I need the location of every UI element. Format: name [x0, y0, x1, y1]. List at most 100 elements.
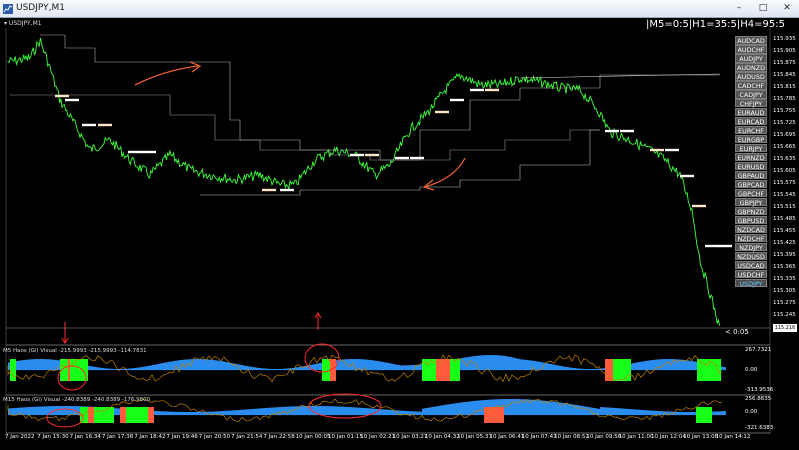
- symbol-button-gbpaud[interactable]: GBPAUD: [735, 170, 767, 180]
- ind1-bar: [162, 363, 164, 371]
- ind2-highlight: [94, 407, 114, 423]
- ind2-bar: [648, 410, 650, 416]
- ind1-highlight: [605, 359, 613, 381]
- indicator1-title: M5 Haos (Gi) Visual -215.9993 -215.9993 …: [3, 348, 147, 354]
- symbol-button-audcad[interactable]: AUDCAD: [735, 36, 767, 45]
- symbol-button-euraud[interactable]: EURAUD: [735, 107, 767, 117]
- ind2-bar: [666, 411, 668, 416]
- time-tick: 7 Jan 2022: [5, 434, 35, 440]
- symbol-button-eurgbp[interactable]: EURGBP: [735, 134, 767, 144]
- ind2-bar: [506, 399, 508, 416]
- symbol-button-usdjpy[interactable]: USDJPY: [735, 278, 767, 288]
- ind2-bar: [238, 409, 240, 416]
- ind1-bar: [696, 361, 698, 371]
- symbol-button-cadchf[interactable]: CADCHF: [735, 80, 767, 90]
- symbol-button-gbpnzd[interactable]: GBPNZD: [735, 206, 767, 216]
- ind2-bar: [342, 406, 344, 416]
- ind1-bar: [624, 364, 626, 371]
- symbol-button-eurjpy[interactable]: EURJPY: [735, 143, 767, 153]
- ind2-bar: [652, 410, 654, 416]
- symbol-button-eurusd[interactable]: EURUSD: [735, 161, 767, 171]
- ind2-bar: [434, 406, 436, 416]
- ind2-bar: [608, 407, 610, 416]
- ind2-bar: [556, 402, 558, 416]
- ind2-bar: [714, 411, 716, 416]
- ind1-bar: [254, 367, 256, 371]
- ind2-bar: [680, 411, 682, 416]
- ind2-bar: [56, 406, 58, 416]
- ind2-bar: [218, 411, 220, 416]
- ind1-bar: [356, 359, 358, 371]
- ind1-bar: [316, 363, 318, 371]
- price-chart[interactable]: [0, 0, 799, 450]
- symbol-button-gbpcad[interactable]: GBPCAD: [735, 179, 767, 189]
- ind2-bar: [30, 406, 32, 416]
- symbol-button-chfjpy[interactable]: CHFJPY: [735, 98, 767, 108]
- ind1-bar: [496, 355, 498, 371]
- ind1-bar: [448, 360, 450, 371]
- ind1-bar: [272, 368, 274, 371]
- ind1-bar: [150, 365, 152, 371]
- ind1-highlight: [422, 359, 436, 381]
- ind1-bar: [684, 360, 686, 371]
- ind1-bar: [532, 360, 534, 371]
- ind1-bar: [658, 359, 660, 371]
- ind2-bar: [384, 409, 386, 416]
- ind2-bar: [526, 399, 528, 416]
- minimize-button[interactable]: –: [728, 2, 750, 15]
- ind2-bar: [162, 411, 164, 416]
- symbol-button-nzdcad[interactable]: NZDCAD: [735, 224, 767, 234]
- ind1-bar: [680, 359, 682, 371]
- ind2-bar: [298, 406, 300, 416]
- ind2-bar: [688, 411, 690, 416]
- symbol-button-cadjpy[interactable]: CADJPY: [735, 89, 767, 99]
- symbol-button-audchf[interactable]: AUDCHF: [735, 44, 767, 54]
- symbol-button-usdcad[interactable]: USDCAD: [735, 260, 767, 270]
- symbol-button-usdchf[interactable]: USDCHF: [735, 269, 767, 279]
- ind2-bar: [118, 408, 120, 416]
- symbol-button-eurcad[interactable]: EURCAD: [735, 116, 767, 126]
- maximize-button[interactable]: □: [752, 2, 774, 15]
- ind1-bar: [460, 358, 462, 371]
- close-button[interactable]: ✕: [776, 2, 798, 15]
- symbol-button-nzdchf[interactable]: NZDCHF: [735, 233, 767, 243]
- symbol-button-nzdjpy[interactable]: NZDJPY: [735, 242, 767, 252]
- chart-symbol: USDJPY,M1: [8, 20, 42, 27]
- ind1-bar: [60, 360, 62, 371]
- symbol-button-gbpjpy[interactable]: GBPJPY: [735, 197, 767, 207]
- ind1-bar: [226, 362, 228, 371]
- ind2-bar: [626, 408, 628, 416]
- symbol-button-gbpchf[interactable]: GBPCHF: [735, 188, 767, 198]
- ind2-bar: [460, 402, 462, 416]
- ind1-bar: [144, 366, 146, 371]
- ind1-bar: [630, 363, 632, 371]
- symbol-button-audnzd[interactable]: AUDNZD: [735, 62, 767, 72]
- ind1-bar: [676, 359, 678, 371]
- ind2-bar: [646, 410, 648, 416]
- ind2-bar: [48, 406, 50, 416]
- ind2-bar: [672, 411, 674, 416]
- price-tick: 115.695: [773, 132, 796, 138]
- ind1-bar: [570, 367, 572, 371]
- symbol-button-audusd[interactable]: AUDUSD: [735, 71, 767, 81]
- symbol-button-audjpy[interactable]: AUDJPY: [735, 53, 767, 63]
- ind1-bar: [78, 363, 80, 371]
- ind2-bar: [704, 411, 706, 416]
- ind1-level-zero: 0.00: [745, 367, 758, 373]
- ind1-bar: [10, 362, 12, 371]
- ind2-bar: [422, 408, 424, 416]
- symbol-button-gbpusd[interactable]: GBPUSD: [735, 215, 767, 225]
- ind1-bar: [282, 368, 284, 371]
- ind1-bar: [432, 363, 434, 371]
- symbol-button-eurchf[interactable]: EURCHF: [735, 125, 767, 135]
- ind1-bar: [176, 360, 178, 371]
- ind1-bar: [342, 359, 344, 371]
- symbol-button-eurnzd[interactable]: EURNZD: [735, 152, 767, 162]
- ind1-bar: [318, 363, 320, 371]
- ind2-bar: [310, 406, 312, 416]
- symbol-button-nzdusd[interactable]: NZDUSD: [735, 251, 767, 261]
- ind1-bar: [650, 360, 652, 371]
- price-tick: 115.845: [773, 72, 796, 78]
- ind2-bar: [656, 410, 658, 416]
- ind1-bar: [672, 359, 674, 371]
